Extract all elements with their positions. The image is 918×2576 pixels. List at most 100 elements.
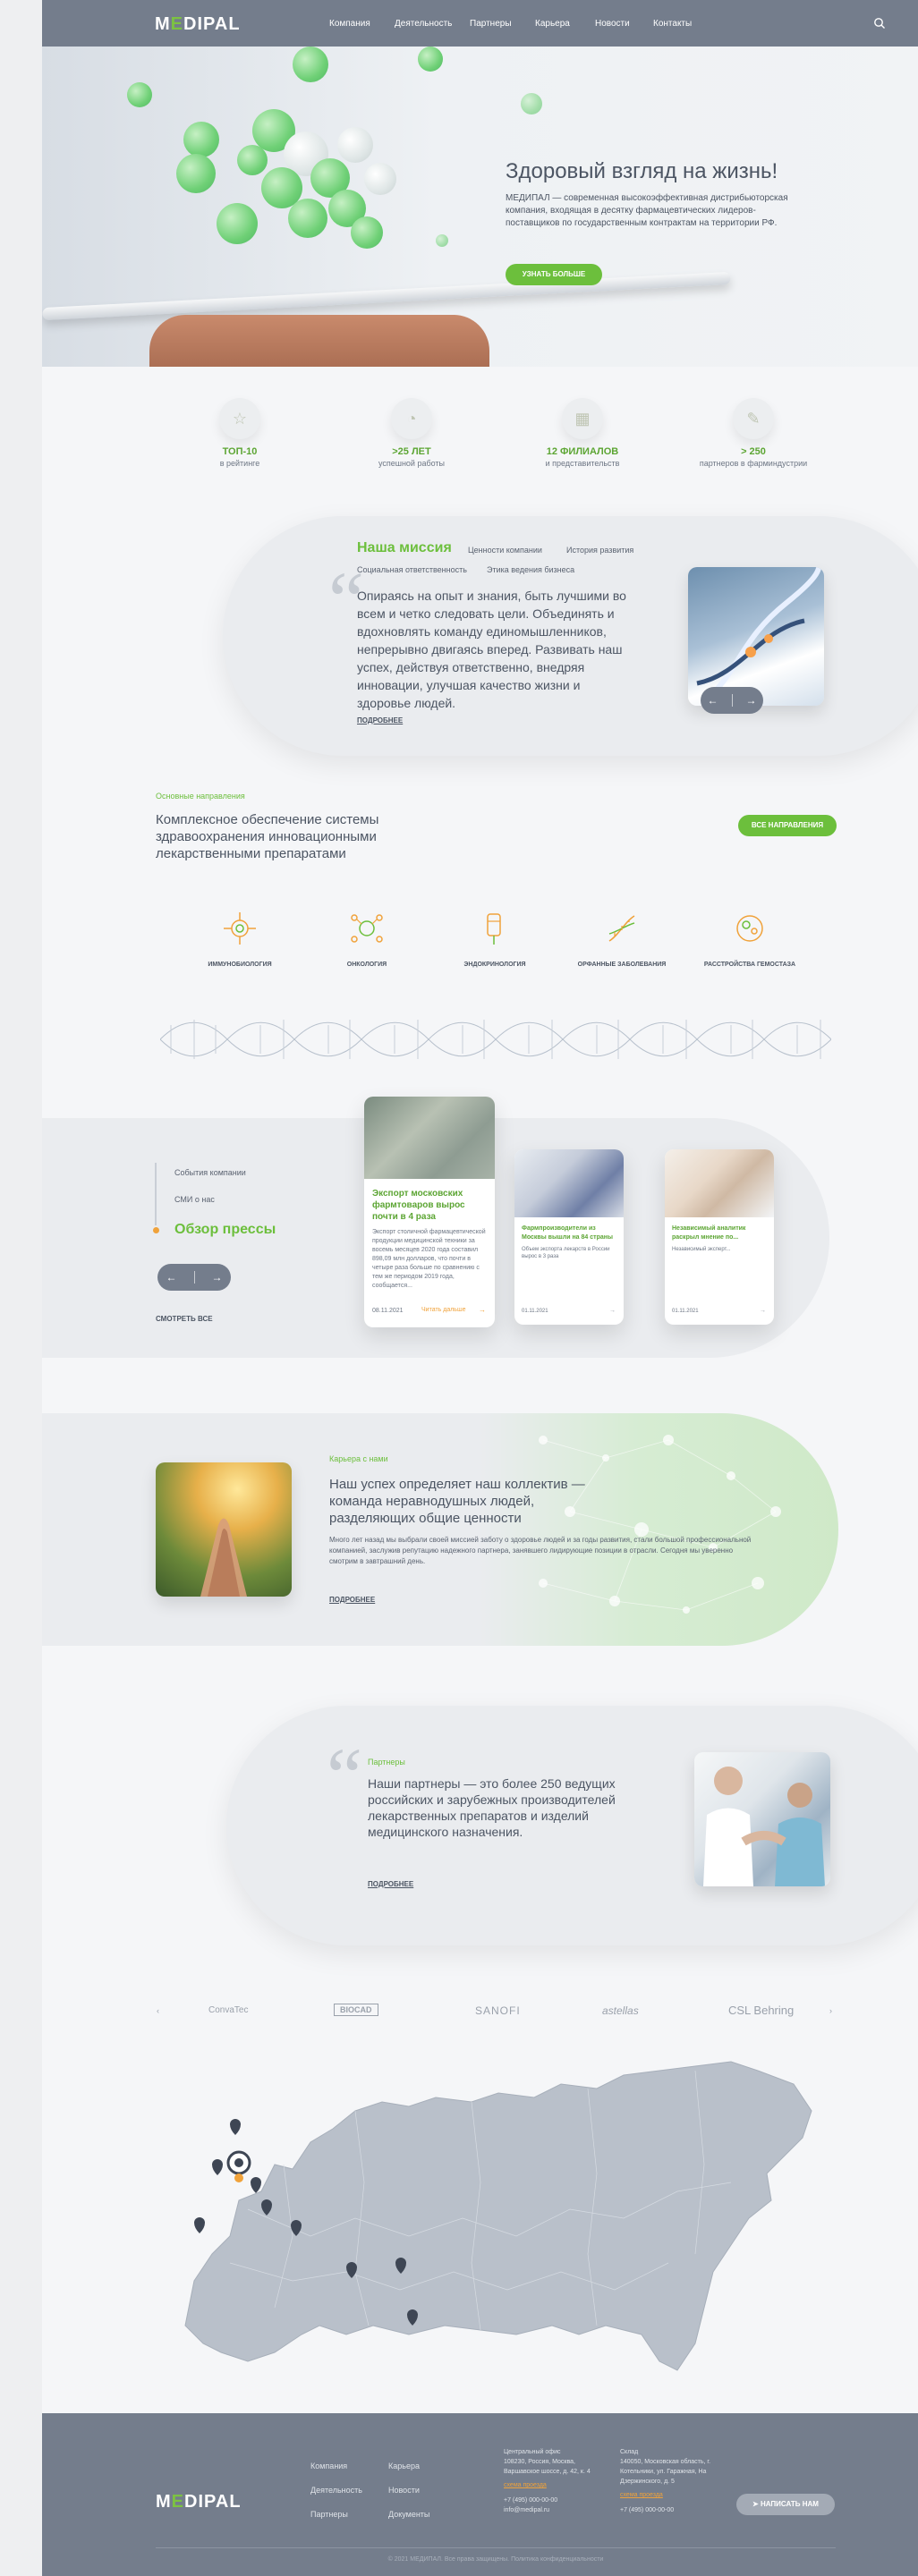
partner-logo-csl[interactable]: CSL Behring [728, 2004, 794, 2017]
dna-image [688, 567, 824, 706]
nav-partners[interactable]: Партнеры [470, 19, 512, 29]
logo-text: M [155, 14, 171, 34]
direction-hemostasis[interactable]: Расстройства гемостаза [692, 909, 808, 968]
search-icon[interactable] [873, 17, 886, 30]
warehouse-label: Склад [620, 2449, 639, 2455]
stat-value: >25 ЛЕТ [392, 446, 431, 457]
direction-label: Эндокринология [463, 962, 526, 968]
news-tab-press[interactable]: Обзор прессы [174, 1222, 276, 1238]
footer-office: Центральный офис 108230, Россия, Москва,… [504, 2447, 611, 2515]
footer-logo[interactable]: MEDIPAL [156, 2492, 242, 2512]
partners-title: Наши партнеры — это более 250 ведущих ро… [368, 1776, 616, 1839]
star-icon: ☆ [219, 398, 260, 439]
office-email[interactable]: info@medipal.ru [504, 2505, 611, 2515]
news-see-all-link[interactable]: Смотреть все [156, 1315, 213, 1323]
divider [193, 1271, 195, 1284]
next-arrow-icon[interactable]: → [746, 694, 757, 707]
stat-branches: ▦ 12 ФИЛИАЛОВ и представительств [515, 398, 650, 468]
news-tab-events[interactable]: События компании [174, 1168, 246, 1177]
warehouse-address: 140050, Московская область, г. Котельник… [620, 2459, 711, 2485]
team-more-link[interactable]: подробнее [329, 1596, 375, 1604]
office-map-link[interactable]: схема проезда [504, 2482, 611, 2488]
arrow-right-icon[interactable]: → [479, 1306, 486, 1314]
partner-logo-astellas[interactable]: astellas [602, 2004, 639, 2017]
news-card-date: 01.11.2021 [672, 1309, 699, 1314]
footer-copyright: © 2021 МЕДИПАЛ. Все права защищены. Поли… [387, 2556, 604, 2563]
direction-label: Иммунобиология [208, 962, 272, 968]
prev-arrow-icon[interactable]: ← [166, 1271, 177, 1284]
news-card-title: Независимый аналитик раскрыл мнение по..… [672, 1225, 746, 1241]
next-arrow-icon[interactable]: → [212, 1271, 223, 1284]
site-header: MEDIPAL Компания Деятельность Партнеры К… [42, 0, 918, 47]
oncology-icon [351, 914, 383, 943]
warehouse-phone[interactable]: +7 (495) 000-00-00 [620, 2505, 727, 2515]
nav-news[interactable]: Новости [595, 19, 630, 29]
stat-label: партнеров в фарминдустрии [699, 459, 808, 468]
news-card-title: Экспорт московских фармтоваров вырос поч… [372, 1189, 465, 1222]
handshake-icon: ✎ [733, 398, 774, 439]
tab-social[interactable]: Социальная ответственность [357, 565, 467, 574]
stat-label: и представительств [545, 459, 620, 468]
footer-link-activity[interactable]: Деятельность [310, 2486, 362, 2495]
orphan-icon [608, 915, 635, 942]
direction-immunology[interactable]: Иммунобиология [182, 909, 298, 968]
partners-more-link[interactable]: подробнее [368, 1880, 413, 1888]
molecule-ball [337, 127, 373, 163]
mission-text: Опираясь на опыт и знания, быть лучшими … [357, 589, 626, 710]
tab-mission[interactable]: Наша миссия [357, 540, 452, 556]
mission-slider-nav: ← → [701, 687, 763, 714]
nav-activity[interactable]: Деятельность [395, 19, 452, 29]
molecule-ball [183, 122, 219, 157]
footer-link-news[interactable]: Новости [388, 2486, 420, 2495]
logos-prev-arrow-icon[interactable]: ‹ [157, 2006, 159, 2015]
partner-logo-biocad[interactable]: BIOCAD [334, 2004, 378, 2016]
footer-divider [156, 2547, 836, 2548]
tab-ethics[interactable]: Этика ведения бизнеса [487, 565, 574, 574]
news-card-more-link[interactable]: Читать дальше [421, 1307, 465, 1313]
footer-link-documents[interactable]: Документы [388, 2510, 429, 2519]
mission-card: “ Наша миссия Ценности компании История … [223, 516, 918, 756]
footer-link-partners[interactable]: Партнеры [310, 2510, 348, 2519]
tab-history[interactable]: История развития [566, 546, 633, 555]
news-card-text: Независимый эксперт... [672, 1247, 731, 1252]
nav-contacts[interactable]: Контакты [653, 19, 692, 29]
molecule-ball [364, 163, 396, 195]
directions-subtitle: Основные направления [156, 792, 245, 801]
partner-logo-sanofi[interactable]: SANOFI [475, 2004, 521, 2017]
all-directions-button[interactable]: Все направления [738, 815, 837, 836]
learn-more-button[interactable]: Узнать больше [506, 264, 602, 285]
direction-oncology[interactable]: Онкология [309, 909, 425, 968]
stat-value: 12 ФИЛИАЛОВ [546, 446, 619, 457]
mission-more-link[interactable]: подробнее [357, 716, 403, 724]
molecule-ball [436, 234, 448, 247]
stat-value: > 250 [741, 446, 766, 457]
arrow-right-icon[interactable]: → [760, 1308, 766, 1314]
news-tab-media[interactable]: СМИ о нас [174, 1195, 215, 1204]
write-us-button[interactable]: ➤ Написать нам [736, 2494, 835, 2515]
stat-value: ТОП-10 [222, 446, 258, 457]
arrow-right-icon[interactable]: → [609, 1308, 616, 1314]
direction-label: Расстройства гемостаза [703, 962, 796, 968]
direction-endocrinology[interactable]: Эндокринология [437, 909, 553, 968]
news-card[interactable]: Независимый аналитик раскрыл мнение по..… [665, 1149, 774, 1325]
news-card-date: 01.11.2021 [522, 1309, 548, 1314]
nav-company[interactable]: Компания [329, 19, 370, 29]
stat-years: ◔ >25 ЛЕТ успешной работы [344, 398, 479, 468]
prev-arrow-icon[interactable]: ← [708, 694, 718, 707]
nav-career[interactable]: Карьера [535, 19, 570, 29]
news-card-text: Объем экспорта лекарств в России вырос в… [522, 1247, 610, 1259]
tab-values[interactable]: Ценности компании [468, 546, 542, 555]
direction-orphan[interactable]: Орфанные заболевания [564, 909, 680, 968]
news-card[interactable]: Экспорт московских фармтоваров вырос поч… [364, 1097, 495, 1327]
warehouse-map-link[interactable]: схема проезда [620, 2492, 727, 2498]
office-phone[interactable]: +7 (495) 000-00-00 [504, 2496, 611, 2505]
logo[interactable]: MEDIPAL [155, 14, 241, 35]
footer-link-company[interactable]: Компания [310, 2462, 347, 2470]
logos-next-arrow-icon[interactable]: › [829, 2006, 832, 2015]
partner-logo-convatec[interactable]: ConvaTec [208, 2005, 248, 2015]
news-active-dot [153, 1227, 159, 1233]
news-card[interactable]: Фармпроизводители из Москвы вышли на 84 … [514, 1149, 624, 1325]
page: MEDIPAL Компания Деятельность Партнеры К… [42, 0, 918, 2576]
footer-link-career[interactable]: Карьера [388, 2462, 420, 2470]
stat-label: в рейтинге [219, 459, 260, 468]
